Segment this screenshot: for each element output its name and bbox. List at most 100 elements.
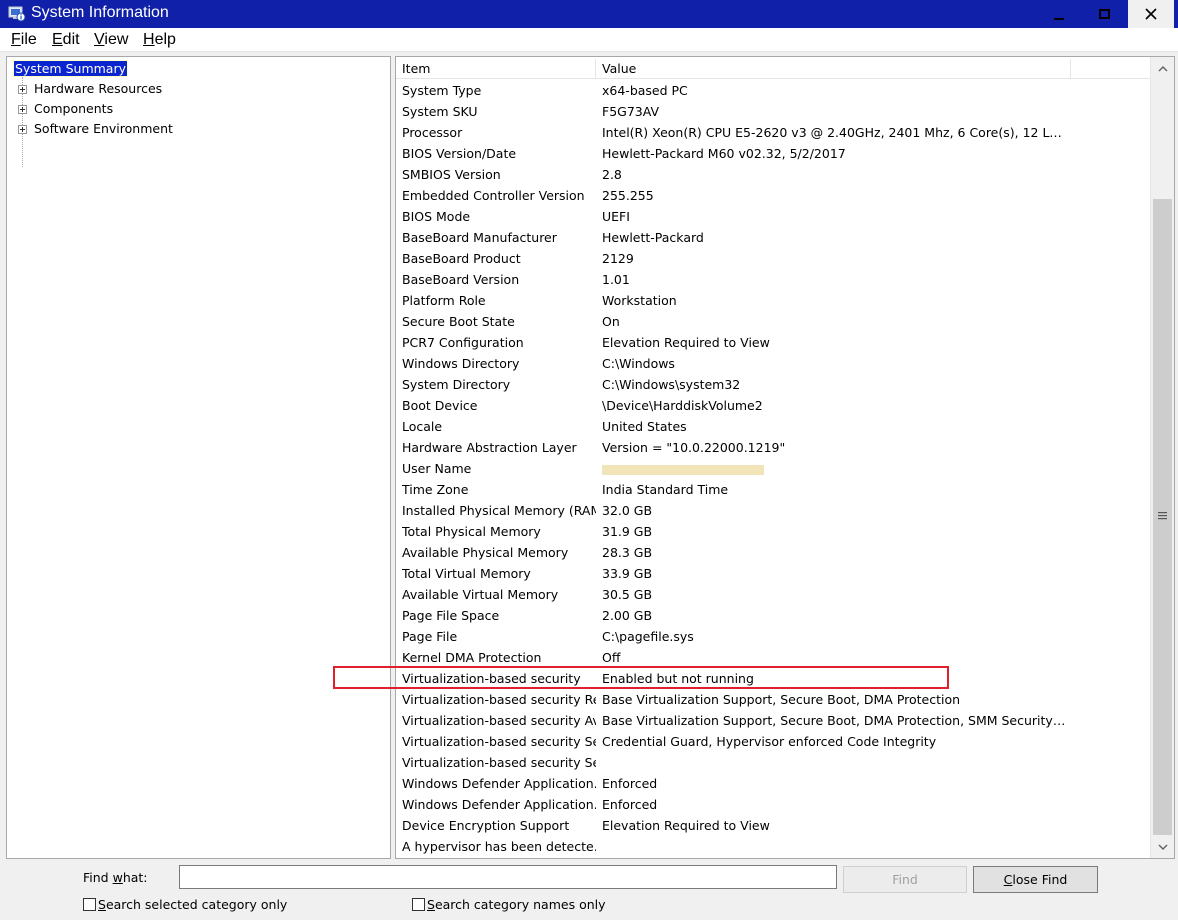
table-row[interactable]: Available Virtual Memory 30.5 GB: [396, 584, 1150, 605]
table-row[interactable]: Available Physical Memory 28.3 GB: [396, 542, 1150, 563]
table-row[interactable]: System Type x64-based PC: [396, 80, 1150, 101]
row-item: Available Virtual Memory: [402, 587, 559, 602]
minimize-button[interactable]: [1036, 0, 1082, 28]
table-row[interactable]: Virtualization-based security Av... Base …: [396, 710, 1150, 731]
row-value: Hewlett-Packard: [602, 230, 704, 245]
column-header-item[interactable]: Item: [396, 59, 596, 79]
table-row[interactable]: Page File C:\pagefile.sys: [396, 626, 1150, 647]
row-value: UEFI: [602, 209, 630, 224]
find-what-input[interactable]: [179, 865, 837, 889]
search-selected-category-checkbox[interactable]: Search selected category only: [83, 898, 287, 914]
row-item: Embedded Controller Version: [402, 188, 585, 203]
row-value: On: [602, 314, 620, 329]
row-item: System Directory: [402, 377, 511, 392]
row-value: Credential Guard, Hypervisor enforced Co…: [602, 734, 937, 749]
table-row[interactable]: User Name: [396, 458, 1150, 479]
table-row[interactable]: System SKU F5G73AV: [396, 101, 1150, 122]
table-row[interactable]: Total Physical Memory 31.9 GB: [396, 521, 1150, 542]
column-header-value[interactable]: Value: [596, 59, 1071, 79]
table-row[interactable]: Virtualization-based security Se...: [396, 752, 1150, 773]
search-category-names-checkbox[interactable]: Search category names only: [412, 898, 606, 914]
table-row[interactable]: Device Encryption Support Elevation Requi…: [396, 815, 1150, 836]
menu-view[interactable]: View: [94, 31, 128, 49]
row-item: Device Encryption Support: [402, 818, 570, 833]
maximize-button[interactable]: [1082, 0, 1128, 28]
table-row[interactable]: BIOS Version/Date Hewlett-Packard M60 v02…: [396, 143, 1150, 164]
row-item: Virtualization-based security Se...: [402, 734, 596, 749]
table-row[interactable]: BIOS Mode UEFI: [396, 206, 1150, 227]
table-row[interactable]: Windows Defender Application... Enforced: [396, 773, 1150, 794]
table-row[interactable]: A hypervisor has been detecte...: [396, 836, 1150, 857]
table-row[interactable]: Total Virtual Memory 33.9 GB: [396, 563, 1150, 584]
menu-bar: File Edit View Help: [0, 28, 1178, 52]
row-item: Page File Space: [402, 608, 500, 623]
table-row[interactable]: BaseBoard Product 2129: [396, 248, 1150, 269]
table-row[interactable]: Installed Physical Memory (RAM) 32.0 GB: [396, 500, 1150, 521]
row-item: Virtualization-based security Re...: [402, 692, 596, 707]
expand-icon[interactable]: [18, 125, 27, 134]
close-button[interactable]: [1128, 0, 1174, 28]
checkbox-icon[interactable]: [412, 898, 425, 911]
tree-item-components[interactable]: Components: [12, 100, 113, 118]
row-item: BaseBoard Manufacturer: [402, 230, 557, 245]
table-row[interactable]: Kernel DMA Protection Off: [396, 647, 1150, 668]
table-row[interactable]: System Directory C:\Windows\system32: [396, 374, 1150, 395]
menu-help[interactable]: Help: [143, 31, 176, 49]
tree-item-hardware-resources[interactable]: Hardware Resources: [12, 80, 162, 98]
menu-file[interactable]: File: [11, 31, 37, 49]
table-row[interactable]: Hardware Abstraction Layer Version = "10.…: [396, 437, 1150, 458]
row-item: Windows Defender Application...: [402, 797, 596, 812]
expand-icon[interactable]: [18, 105, 27, 114]
table-row[interactable]: Virtualization-based security Re... Base …: [396, 689, 1150, 710]
expand-icon[interactable]: [18, 85, 27, 94]
row-item: Total Virtual Memory: [402, 566, 531, 581]
chevron-up-icon: [1158, 66, 1168, 72]
row-value: 255.255: [602, 188, 654, 203]
table-row[interactable]: PCR7 Configuration Elevation Required to …: [396, 332, 1150, 353]
row-value: India Standard Time: [602, 482, 729, 497]
scroll-down-button[interactable]: [1151, 837, 1174, 857]
table-row[interactable]: Locale United States: [396, 416, 1150, 437]
table-row[interactable]: BaseBoard Manufacturer Hewlett-Packard: [396, 227, 1150, 248]
table-row[interactable]: Windows Defender Application... Enforced: [396, 794, 1150, 815]
system-information-icon: [8, 6, 26, 22]
row-item: Windows Defender Application...: [402, 776, 596, 791]
table-row[interactable]: Virtualization-based security Se... Crede…: [396, 731, 1150, 752]
menu-edit[interactable]: Edit: [52, 31, 80, 49]
vertical-scrollbar[interactable]: [1150, 57, 1174, 858]
table-row[interactable]: Boot Device \Device\HarddiskVolume2: [396, 395, 1150, 416]
table-row[interactable]: BaseBoard Version 1.01: [396, 269, 1150, 290]
row-value: Base Virtualization Support, Secure Boot…: [602, 713, 1067, 728]
scroll-up-button[interactable]: [1151, 59, 1174, 79]
table-row[interactable]: SMBIOS Version 2.8: [396, 164, 1150, 185]
tree-item-software-environment[interactable]: Software Environment: [12, 120, 173, 138]
details-list[interactable]: Item Value System Type x64-based PC System…: [395, 56, 1175, 859]
row-item: Boot Device: [402, 398, 478, 413]
find-button[interactable]: Find: [843, 866, 967, 893]
row-value: Elevation Required to View: [602, 818, 770, 833]
table-row[interactable]: Time Zone India Standard Time: [396, 479, 1150, 500]
row-item: Page File: [402, 629, 458, 644]
row-value: 2129: [602, 251, 634, 266]
table-row[interactable]: Secure Boot State On: [396, 311, 1150, 332]
row-value: 2.8: [602, 167, 622, 182]
table-row[interactable]: Platform Role Workstation: [396, 290, 1150, 311]
table-row[interactable]: Windows Directory C:\Windows: [396, 353, 1150, 374]
redacted-value: [602, 464, 764, 475]
category-tree[interactable]: System Summary Hardware Resources Compon…: [6, 56, 391, 859]
scrollbar-thumb[interactable]: [1153, 199, 1172, 835]
row-item: Kernel DMA Protection: [402, 650, 542, 665]
row-item: User Name: [402, 461, 472, 476]
row-item: BIOS Version/Date: [402, 146, 517, 161]
row-item: Secure Boot State: [402, 314, 515, 329]
row-item: Hardware Abstraction Layer: [402, 440, 577, 455]
row-value: 2.00 GB: [602, 608, 653, 623]
checkbox-icon[interactable]: [83, 898, 96, 911]
table-row[interactable]: Page File Space 2.00 GB: [396, 605, 1150, 626]
close-find-button[interactable]: Close Find: [973, 866, 1098, 893]
row-item: System SKU: [402, 104, 478, 119]
row-item: Available Physical Memory: [402, 545, 569, 560]
tree-item-system-summary[interactable]: System Summary: [13, 60, 128, 78]
table-row[interactable]: Embedded Controller Version 255.255: [396, 185, 1150, 206]
table-row[interactable]: Processor Intel(R) Xeon(R) CPU E5-2620 v3…: [396, 122, 1150, 143]
